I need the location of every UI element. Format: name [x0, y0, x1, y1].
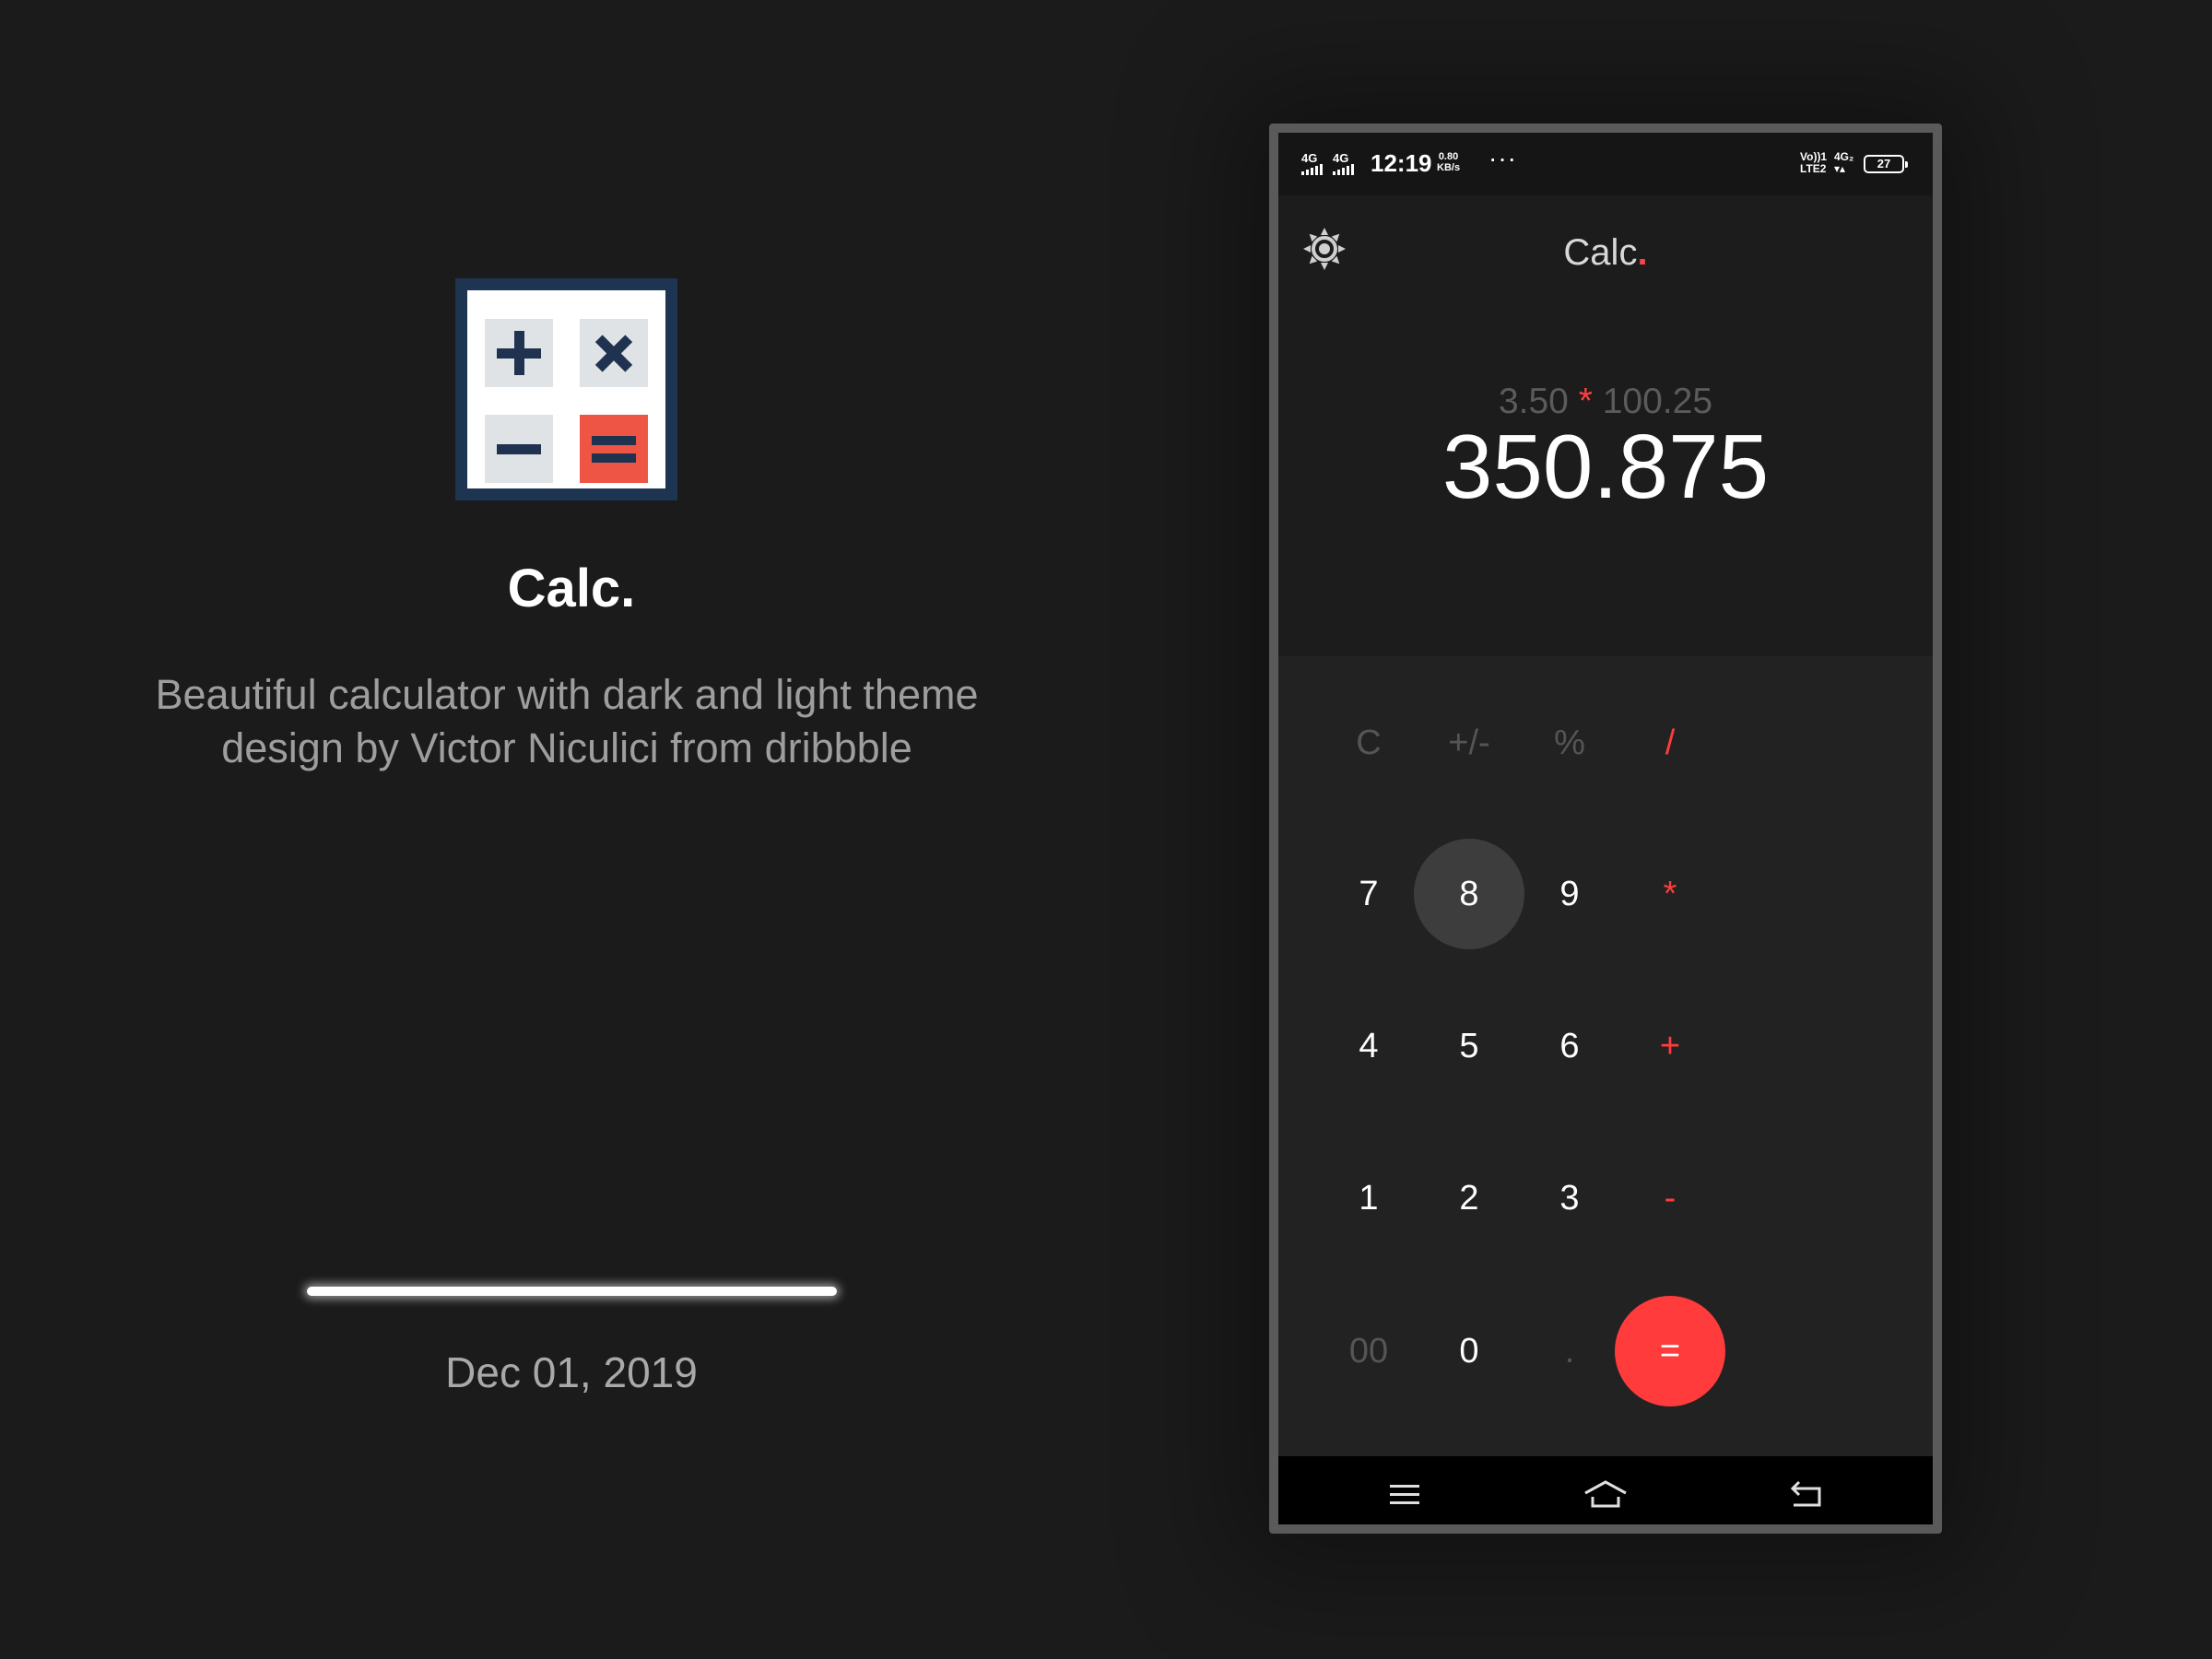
speed-unit: KB/s: [1437, 162, 1461, 173]
calculator-logo-icon: [455, 278, 677, 500]
equals-icon: [580, 415, 648, 483]
app-title: Calc.: [1513, 232, 1698, 274]
signal-sim1-icon: 4G: [1301, 151, 1323, 175]
result: 350.875: [1441, 416, 1770, 517]
digit-8-button[interactable]: 8: [1414, 839, 1524, 949]
promo-description: Beautiful calculator with dark and light…: [37, 668, 1097, 775]
status-bar: 4G 4G 12:19 0.80 KB/s ··· Vo))1 LTE2 4G₂…: [1278, 133, 1933, 195]
subtract-button[interactable]: -: [1615, 1143, 1725, 1253]
app-header: Calc.: [1278, 195, 1933, 315]
battery-icon: 27: [1864, 155, 1908, 173]
sim1-label: 4G: [1301, 151, 1318, 165]
promo-title: Calc.: [507, 559, 636, 618]
multiply-button[interactable]: *: [1615, 839, 1725, 949]
keypad: C +/- % / 7 8 9 * 4 5 6 + 1 2 3 - 00 0 .…: [1278, 656, 1933, 1456]
multiply-icon: [580, 319, 648, 387]
calculator-display: 3.50 * 100.25 350.875: [1278, 315, 1933, 656]
home-icon[interactable]: [1578, 1473, 1633, 1517]
add-button[interactable]: +: [1615, 991, 1725, 1101]
back-icon[interactable]: [1779, 1473, 1834, 1517]
status-time: 12:19: [1371, 149, 1432, 177]
app-title-text: Calc: [1563, 232, 1638, 273]
plus-icon: [485, 319, 553, 387]
speed-value: 0.80: [1438, 151, 1459, 162]
digit-3-button[interactable]: 3: [1514, 1143, 1625, 1253]
sign-toggle-button[interactable]: +/-: [1414, 688, 1524, 798]
decimal-button[interactable]: .: [1514, 1296, 1625, 1406]
digit-7-button[interactable]: 7: [1313, 839, 1424, 949]
percent-button[interactable]: %: [1514, 688, 1625, 798]
sun-icon[interactable]: [1300, 225, 1348, 273]
digit-4-button[interactable]: 4: [1313, 991, 1424, 1101]
digit-2-button[interactable]: 2: [1414, 1143, 1524, 1253]
digit-5-button[interactable]: 5: [1414, 991, 1524, 1101]
divide-button[interactable]: /: [1615, 688, 1725, 798]
network-4g-indicator: 4G₂ ▾▴: [1834, 151, 1853, 175]
promo-panel: Calc. Beautiful calculator with dark and…: [0, 0, 1134, 1659]
volte-line-2: LTE2: [1800, 162, 1827, 175]
double-zero-button[interactable]: 00: [1313, 1296, 1424, 1406]
clear-button[interactable]: C: [1313, 688, 1424, 798]
network-speed: 0.80 KB/s: [1437, 151, 1460, 173]
more-notifications-icon: ···: [1488, 144, 1517, 172]
signal-sim2-icon: 4G: [1333, 151, 1354, 175]
phone-frame: 4G 4G 12:19 0.80 KB/s ··· Vo))1 LTE2 4G₂…: [1269, 124, 1942, 1534]
menu-icon[interactable]: [1377, 1473, 1432, 1517]
minus-icon: [485, 415, 553, 483]
sim2-label: 4G: [1333, 151, 1349, 165]
promo-description-line-1: Beautiful calculator with dark and light…: [155, 671, 979, 718]
promo-description-line-2: design by Victor Niculici from dribbble: [221, 724, 912, 771]
network-activity-icon: ▾▴: [1834, 162, 1846, 175]
volte-indicator: Vo))1 LTE2: [1800, 151, 1827, 175]
digit-1-button[interactable]: 1: [1313, 1143, 1424, 1253]
digit-9-button[interactable]: 9: [1514, 839, 1625, 949]
equals-button[interactable]: =: [1615, 1296, 1725, 1406]
digit-6-button[interactable]: 6: [1514, 991, 1625, 1101]
digit-0-button[interactable]: 0: [1414, 1296, 1524, 1406]
promo-date: Dec 01, 2019: [445, 1348, 698, 1396]
divider-line: [307, 1287, 837, 1296]
app-title-dot: .: [1637, 232, 1648, 273]
navigation-bar: [1278, 1456, 1933, 1524]
